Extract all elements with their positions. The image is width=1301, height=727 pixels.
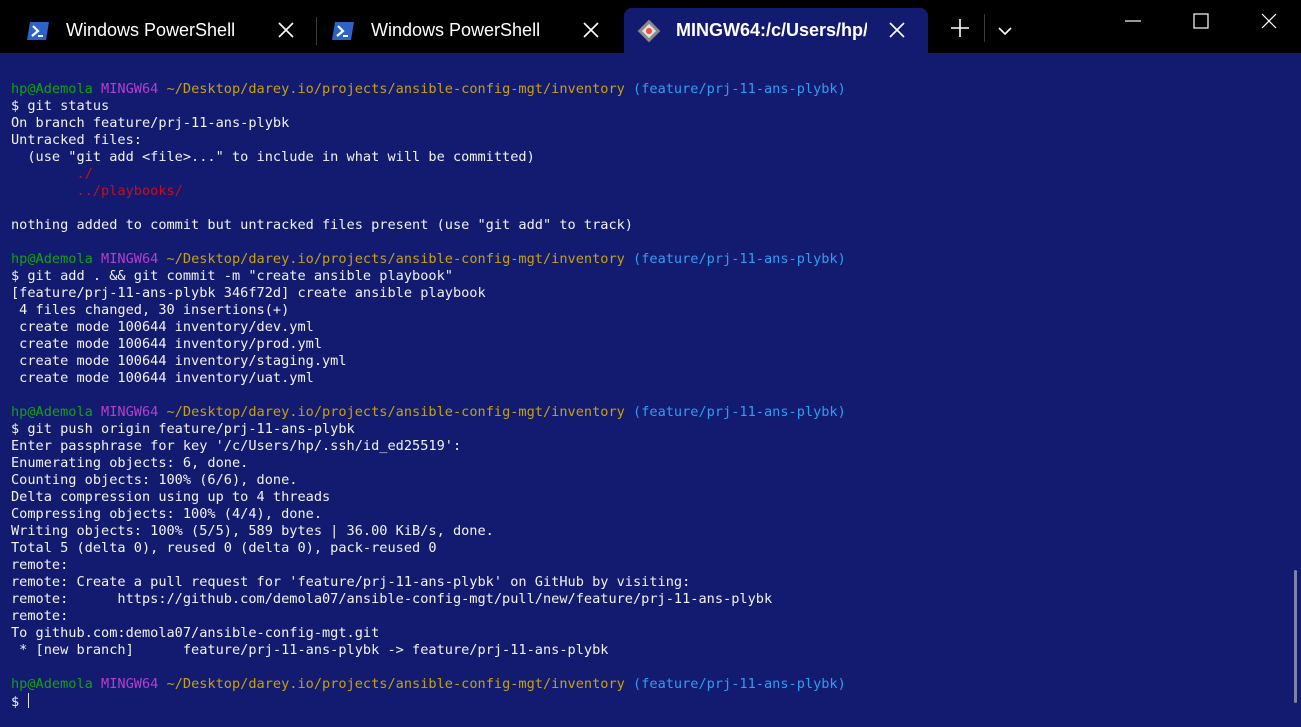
maximize-icon <box>1193 13 1209 33</box>
prompt-symbol: $ <box>11 694 28 710</box>
prompt-path: ~/Desktop/darey.io/projects/ansible-conf… <box>166 251 625 267</box>
output-line: Compressing objects: 100% (4/4), done. <box>11 506 322 522</box>
output-line: To github.com:demola07/ansible-config-mg… <box>11 625 380 641</box>
plus-icon <box>949 17 971 43</box>
close-window-button[interactable] <box>1235 0 1301 46</box>
tab-dropdown-button[interactable] <box>990 8 1020 52</box>
output-line: 4 files changed, 30 insertions(+) <box>11 302 290 318</box>
prompt-line: hp@Ademola MINGW64 ~/Desktop/darey.io/pr… <box>11 404 846 421</box>
prompt-branch: (feature/prj-11-ans-plybk) <box>633 404 846 420</box>
command-line: $ git status <box>11 98 110 114</box>
chevron-down-icon <box>998 21 1012 40</box>
powershell-icon <box>26 21 50 41</box>
tab-label: Windows PowerShell <box>66 20 236 40</box>
prompt-shell: MINGW64 <box>101 404 159 420</box>
tab-separator <box>984 14 985 42</box>
untracked-file-line: ../playbooks/ <box>11 183 183 199</box>
close-icon <box>1261 13 1277 33</box>
powershell-icon <box>331 21 355 41</box>
output-line: Counting objects: 100% (6/6), done. <box>11 472 298 488</box>
output-line: remote: <box>11 608 69 624</box>
tab-powershell-2[interactable]: Windows PowerShell <box>305 8 613 53</box>
minimize-icon <box>1125 13 1141 33</box>
output-line: Delta compression using up to 4 threads <box>11 489 331 505</box>
prompt-user-host: hp@Ademola <box>11 81 93 97</box>
output-line: create mode 100644 inventory/dev.yml <box>11 319 314 335</box>
prompt-line: hp@Ademola MINGW64 ~/Desktop/darey.io/pr… <box>11 81 846 98</box>
prompt-user-host: hp@Ademola <box>11 404 93 420</box>
output-line: create mode 100644 inventory/uat.yml <box>11 370 314 386</box>
new-tab-button[interactable] <box>938 8 982 52</box>
terminal-output[interactable]: hp@Ademola MINGW64 ~/Desktop/darey.io/pr… <box>0 53 1288 727</box>
close-icon[interactable] <box>276 20 296 40</box>
tab-label: Windows PowerShell <box>371 20 541 40</box>
prompt-path: ~/Desktop/darey.io/projects/ansible-conf… <box>166 404 625 420</box>
command-line: $ git add . && git commit -m "create ans… <box>11 268 453 284</box>
tab-label: MINGW64:/c/Users/hp/ <box>676 20 867 40</box>
output-line: Total 5 (delta 0), reused 0 (delta 0), p… <box>11 540 437 556</box>
git-bash-icon <box>636 18 662 44</box>
output-line: * [new branch] feature/prj-11-ans-plybk … <box>11 642 609 658</box>
output-line: [feature/prj-11-ans-plybk 346f72d] creat… <box>11 285 486 301</box>
prompt-user-host: hp@Ademola <box>11 251 93 267</box>
title-bar: Windows PowerShell Windows PowerShell MI… <box>0 0 1301 53</box>
output-line: remote: <box>11 557 69 573</box>
prompt-shell: MINGW64 <box>101 676 159 692</box>
prompt-branch: (feature/prj-11-ans-plybk) <box>633 81 846 97</box>
prompt-line: hp@Ademola MINGW64 ~/Desktop/darey.io/pr… <box>11 251 846 268</box>
maximize-button[interactable] <box>1167 0 1235 46</box>
prompt-user-host: hp@Ademola <box>11 676 93 692</box>
output-line: create mode 100644 inventory/staging.yml <box>11 353 347 369</box>
output-line: remote: https://github.com/demola07/ansi… <box>11 591 773 607</box>
output-line: Writing objects: 100% (5/5), 589 bytes |… <box>11 523 494 539</box>
prompt-line: hp@Ademola MINGW64 ~/Desktop/darey.io/pr… <box>11 676 846 693</box>
output-line: Enumerating objects: 6, done. <box>11 455 249 471</box>
output-line: On branch feature/prj-11-ans-plybk <box>11 115 290 131</box>
untracked-file-line: ./ <box>11 166 93 182</box>
output-line: Enter passphrase for key '/c/Users/hp/.s… <box>11 438 462 454</box>
output-line: create mode 100644 inventory/prod.yml <box>11 336 322 352</box>
tab-powershell-1[interactable]: Windows PowerShell <box>0 8 308 53</box>
close-icon[interactable] <box>887 20 907 40</box>
prompt-path: ~/Desktop/darey.io/projects/ansible-conf… <box>166 676 625 692</box>
prompt-branch: (feature/prj-11-ans-plybk) <box>633 251 846 267</box>
output-line: nothing added to commit but untracked fi… <box>11 217 633 233</box>
scrollbar-thumb[interactable] <box>1294 570 1297 703</box>
prompt-branch: (feature/prj-11-ans-plybk) <box>633 676 846 692</box>
tab-mingw64[interactable]: MINGW64:/c/Users/hp/ <box>624 8 928 53</box>
close-icon[interactable] <box>581 20 601 40</box>
output-line: remote: Create a pull request for 'featu… <box>11 574 691 590</box>
prompt-shell: MINGW64 <box>101 251 159 267</box>
prompt-shell: MINGW64 <box>101 81 159 97</box>
prompt-path: ~/Desktop/darey.io/projects/ansible-conf… <box>166 81 625 97</box>
text-cursor <box>28 693 30 708</box>
command-line: $ git push origin feature/prj-11-ans-ply… <box>11 421 355 437</box>
minimize-button[interactable] <box>1099 0 1167 46</box>
input-line[interactable]: $ <box>11 693 30 710</box>
output-line: Untracked files: <box>11 132 142 148</box>
output-line: (use "git add <file>..." to include in w… <box>11 149 535 165</box>
